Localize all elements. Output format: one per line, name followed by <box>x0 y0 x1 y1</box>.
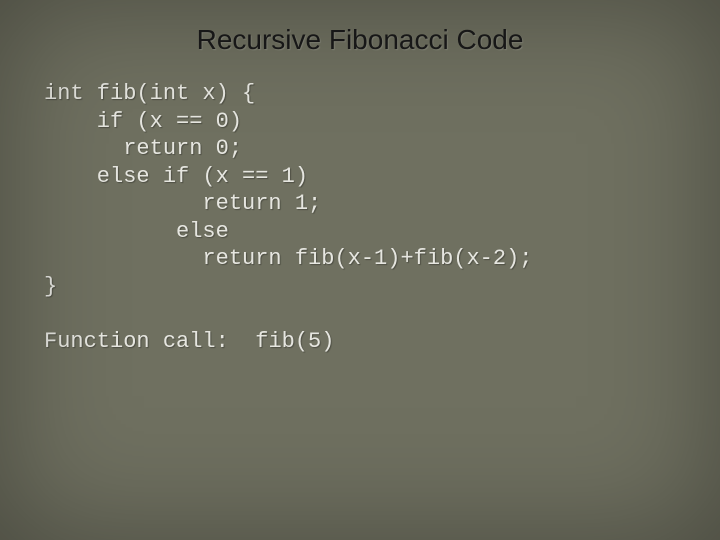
function-call-label: Function call: <box>44 329 229 354</box>
code-line-6: else <box>44 219 229 244</box>
code-line-8: } <box>44 274 57 299</box>
code-line-4: else if (x == 1) <box>44 164 308 189</box>
slide-title: Recursive Fibonacci Code <box>36 24 684 56</box>
function-call-line: Function call: fib(5) <box>44 328 684 356</box>
code-line-5: return 1; <box>44 191 321 216</box>
code-line-3: return 0; <box>44 136 242 161</box>
code-line-7: return fib(x-1)+fib(x-2); <box>44 246 532 271</box>
code-block: int fib(int x) { if (x == 0) return 0; e… <box>44 80 684 300</box>
code-line-1: int fib(int x) { <box>44 81 255 106</box>
code-line-2: if (x == 0) <box>44 109 242 134</box>
slide: Recursive Fibonacci Code int fib(int x) … <box>0 0 720 540</box>
function-call-value: fib(5) <box>255 329 334 354</box>
